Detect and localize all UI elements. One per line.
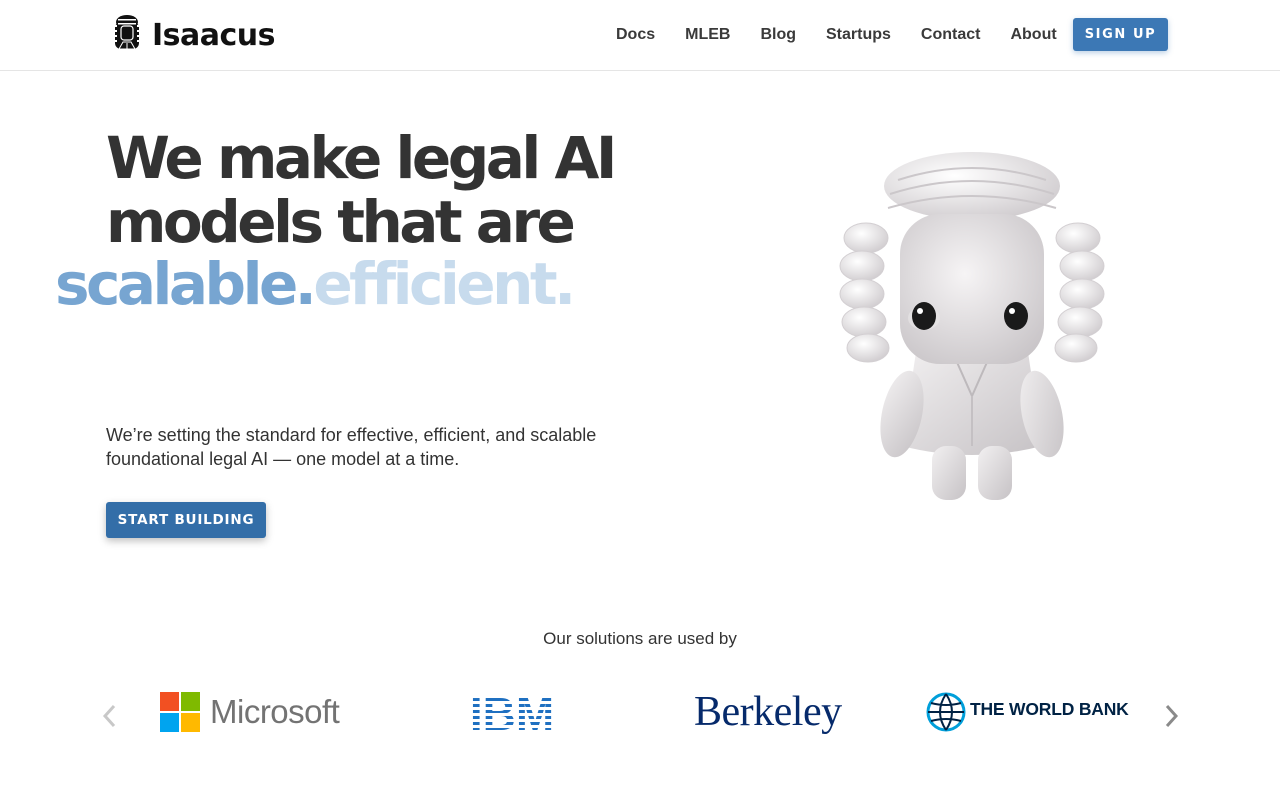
brand-name: Isaacus [152,17,276,53]
client-logo-microsoft: Microsoft [160,686,340,738]
globe-icon [926,692,966,732]
ibm-logo-icon: IBM [470,690,554,734]
hero-headline: We make legal AI models that are [106,124,617,256]
judge-wig-mascot [836,146,1108,508]
chevron-left-icon[interactable] [99,702,119,730]
hero-subtitle: We’re setting the standard for effective… [106,425,597,469]
rotating-word-next: efficient. [313,250,576,318]
site-header: Isaacus Docs MLEB Blog Startups Contact … [0,0,1280,71]
nav-item-mleb[interactable]: MLEB [685,24,730,46]
nav-item-contact[interactable]: Contact [921,24,981,46]
headline-line-1: We make legal AI [106,124,617,192]
nav-item-startups[interactable]: Startups [826,24,891,46]
clients-heading: Our solutions are used by [543,629,737,648]
rotating-word-current: scalable. [55,250,317,318]
world-bank-wordmark: THE WORLD BANK [970,698,1129,719]
nav-item-blog[interactable]: Blog [760,24,796,46]
client-logo-berkeley: Berkeley [694,686,842,738]
client-logo-ibm: IBM [462,686,562,738]
rotating-words: scalable.efficient. [55,250,576,318]
client-logo-world-bank: THE WORLD BANK [926,686,1129,738]
nav-item-about[interactable]: About [1010,24,1056,46]
svg-text:IBM: IBM [470,690,554,734]
chevron-right-icon[interactable] [1162,702,1182,730]
nav-item-docs[interactable]: Docs [616,24,655,46]
sign-up-button[interactable]: SIGN UP [1073,18,1168,51]
brand-logo[interactable]: Isaacus [110,13,276,58]
start-building-button[interactable]: START BUILDING [106,502,266,538]
judge-wig-icon [110,13,144,58]
microsoft-logo-icon [160,692,200,732]
headline-line-2: models that are [106,188,576,256]
berkeley-wordmark: Berkeley [694,689,842,735]
main-nav: Docs MLEB Blog Startups Contact About [616,24,1087,46]
microsoft-wordmark: Microsoft [210,693,340,730]
